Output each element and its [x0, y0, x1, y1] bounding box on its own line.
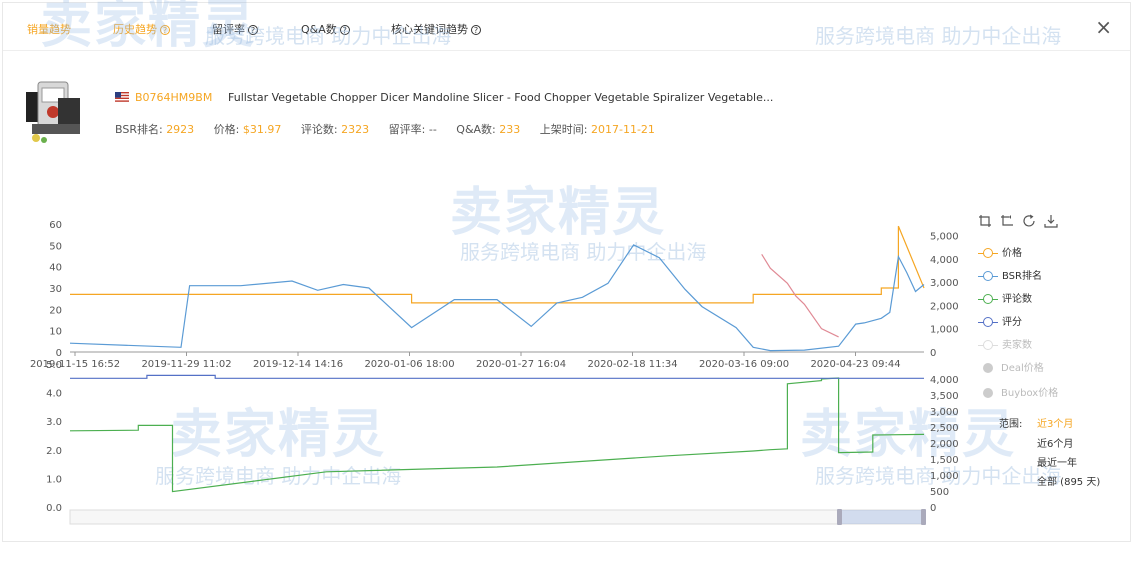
y-right-tick-label: 5,000: [930, 232, 959, 243]
zoom-slider-track: [69, 509, 925, 525]
y-right-tick-label: 0: [930, 503, 936, 514]
bsr-series-line: [69, 244, 925, 352]
range-option-3m[interactable]: 近3个月: [1037, 415, 1073, 430]
x-tick-label: 2019-11-29 11:02: [141, 359, 231, 370]
legend-label: 价格: [1002, 248, 1022, 259]
x-tick-label: 2019-12-14 14:16: [253, 359, 343, 370]
y-right-tick-label: 4,000: [930, 375, 959, 386]
y-right-tick-label: 2,500: [930, 423, 959, 434]
legend-item-sellers[interactable]: 卖家数: [978, 336, 1032, 351]
y-left-tick-label: 0: [56, 348, 62, 359]
y-left-tick-label: 3.0: [46, 417, 62, 428]
range-option-6m[interactable]: 近6个月: [1037, 435, 1073, 450]
zoom-in-icon[interactable]: [978, 214, 992, 228]
legend-item-deal-price[interactable]: Deal价格: [978, 359, 1044, 374]
x-tick-label: 2020-04-23 09:44: [810, 359, 900, 370]
y-left-tick-label: 20: [49, 305, 62, 316]
refresh-icon[interactable]: [1022, 214, 1036, 228]
x-tick-label: 2020-01-06 18:00: [364, 359, 454, 370]
legend-label: Buybox价格: [1001, 388, 1059, 399]
zoom-slider-handle: [921, 509, 926, 525]
legend-item-buybox-price[interactable]: Buybox价格: [978, 384, 1058, 399]
legend-label: 卖家数: [1002, 340, 1032, 351]
y-right-tick-label: 0: [930, 348, 936, 359]
x-tick-label: 2020-02-18 11:34: [587, 359, 677, 370]
legend-item-reviews[interactable]: 评论数: [978, 290, 1032, 305]
x-tick-label: 2019-11-15 16:52: [30, 359, 120, 370]
range-label: 范围:: [999, 419, 1023, 430]
legend-item-rating[interactable]: 评分: [978, 313, 1022, 328]
zoom-slider-window: [840, 510, 924, 524]
y-right-tick-label: 3,500: [930, 391, 959, 402]
history-chart[interactable]: 60504030201005,0004,0003,0002,0001,00002…: [0, 0, 1133, 566]
download-icon[interactable]: [1044, 214, 1058, 228]
y-right-tick-label: 3,000: [930, 407, 959, 418]
y-left-tick-label: 50: [49, 241, 62, 252]
y-right-tick-label: 1,500: [930, 455, 959, 466]
y-right-tick-label: 1,000: [930, 325, 959, 336]
y-left-tick-label: 4.0: [46, 389, 62, 400]
y-left-tick-label: 40: [49, 263, 62, 274]
y-right-tick-label: 2,000: [930, 439, 959, 450]
y-right-tick-label: 500: [930, 487, 949, 498]
y-right-tick-label: 3,000: [930, 278, 959, 289]
y-left-tick-label: 0.0: [46, 503, 62, 514]
legend-item-price[interactable]: 价格: [978, 244, 1022, 259]
y-right-tick-label: 1,000: [930, 471, 959, 482]
price-series-line: [70, 225, 925, 304]
legend-label: Deal价格: [1001, 363, 1044, 374]
rating-series-line: [70, 374, 924, 379]
y-right-tick-label: 2,000: [930, 301, 959, 312]
x-tick-label: 2020-01-27 16:04: [476, 359, 566, 370]
range-option-1y[interactable]: 最近一年: [1037, 454, 1077, 469]
y-left-tick-label: 1.0: [46, 474, 62, 485]
legend-label: 评论数: [1002, 294, 1032, 305]
y-right-tick-label: 4,000: [930, 255, 959, 266]
legend-item-bsr[interactable]: BSR排名: [978, 267, 1042, 282]
zoom-reset-icon[interactable]: [1000, 214, 1014, 228]
y-left-tick-label: 2.0: [46, 446, 62, 457]
bsr-highlight-series-line: [761, 253, 839, 338]
x-tick-label: 2020-03-16 09:00: [699, 359, 789, 370]
legend-label: BSR排名: [1002, 271, 1042, 282]
y-left-tick-label: 30: [49, 284, 62, 295]
y-left-tick-label: 60: [49, 220, 62, 231]
y-left-tick-label: 10: [49, 327, 62, 338]
range-option-all[interactable]: 全部 (895 天): [1037, 473, 1100, 488]
reviews-series-line: [69, 377, 925, 493]
legend-label: 评分: [1002, 317, 1022, 328]
zoom-slider-handle: [837, 509, 842, 525]
y-left-tick-label: 5.0: [46, 360, 62, 371]
